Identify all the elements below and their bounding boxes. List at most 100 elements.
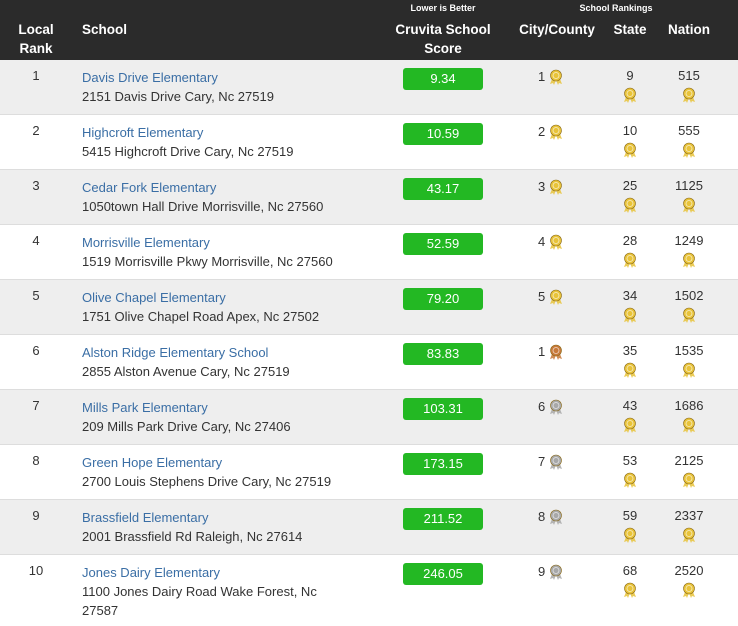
state-rank-value: 34 [622,288,638,303]
local-rank: 9 [32,508,40,523]
table-row: 4 Morrisville Elementary 1519 Morrisville … [0,225,738,280]
gold-medal-icon [681,360,697,378]
state-rank: 28 [604,233,656,268]
school-name-link[interactable]: Brassfield Elementary [82,508,382,527]
local-rank: 8 [32,453,40,468]
school-rankings-group-label: School Rankings [579,3,653,13]
city-county-rank-value: 4 [538,233,546,249]
school-address: 2700 Louis Stephens Drive Cary, Nc 27519 [82,474,332,489]
nation-rank-value: 2520 [674,563,704,578]
city-county-rank: 9 [538,563,564,580]
state-rank-value: 68 [622,563,638,578]
school-score-badge[interactable]: 246.05 [403,563,483,585]
school-score-badge[interactable]: 10.59 [403,123,483,145]
state-rank-value: 9 [626,68,634,83]
state-rank: 35 [604,343,656,378]
school-address: 1751 Olive Chapel Road Apex, Nc 27502 [82,309,320,324]
school-score-badge[interactable]: 43.17 [403,178,483,200]
gold-medal-icon [622,305,638,323]
gold-medal-icon [548,68,564,85]
city-county-rank: 1 [538,343,564,360]
local-rank: 4 [32,233,40,248]
school-cell: Morrisville Elementary 1519 Morrisville P… [82,233,382,271]
score-header-line2: Score [424,41,462,56]
city-county-rank-value: 5 [538,288,546,304]
school-name-link[interactable]: Green Hope Elementary [82,453,382,472]
city-county-rank-value: 2 [538,123,546,139]
gold-medal-icon [548,288,564,305]
nation-rank-value: 2125 [674,453,704,468]
gold-medal-icon [681,415,697,433]
nation-rank: 1686 [658,398,720,433]
table-row: 9 Brassfield Elementary 2001 Brassfield Rd… [0,500,738,555]
school-cell: Highcroft Elementary 5415 Highcroft Drive… [82,123,382,161]
state-rank-value: 28 [622,233,638,248]
table-body: 1 Davis Drive Elementary 2151 Davis Drive … [0,60,738,621]
local-rank: 5 [32,288,40,303]
school-address: 1100 Jones Dairy Road Wake Forest, Nc [82,584,317,599]
school-cell: Davis Drive Elementary 2151 Davis Drive C… [82,68,382,106]
silver-medal-icon [548,508,564,525]
nation-rank-value: 1249 [674,233,704,248]
bronze-medal-icon [548,343,564,360]
school-name-link[interactable]: Morrisville Elementary [82,233,382,252]
gold-medal-icon [622,525,638,543]
city-county-rank: 8 [538,508,564,525]
nation-rank: 2520 [658,563,720,598]
city-county-rank-value: 1 [538,343,546,359]
state-rank-value: 59 [622,508,638,523]
state-rank-value: 43 [622,398,638,413]
table-row: 8 Green Hope Elementary 2700 Louis Stephen… [0,445,738,500]
school-score-badge[interactable]: 9.34 [403,68,483,90]
state-rank-value: 10 [622,123,638,138]
local-rank: 6 [32,343,40,358]
gold-medal-icon [622,360,638,378]
gold-medal-icon [681,470,697,488]
city-county-rank-value: 9 [538,563,546,579]
school-name-link[interactable]: Mills Park Elementary [82,398,382,417]
school-cell: Jones Dairy Elementary 1100 Jones Dairy R… [82,563,382,620]
nation-rank-value: 1686 [674,398,704,413]
school-score-badge[interactable]: 211.52 [403,508,483,530]
nation-rank-value: 555 [678,123,700,138]
state-rank-value: 25 [622,178,638,193]
nation-rank: 1125 [658,178,720,213]
silver-medal-icon [548,453,564,470]
school-score-badge[interactable]: 83.83 [403,343,483,365]
nation-rank: 515 [658,68,720,103]
school-score-badge[interactable]: 79.20 [403,288,483,310]
school-name-link[interactable]: Alston Ridge Elementary School [82,343,382,362]
state-header: State [613,22,647,37]
local-rank: 10 [28,563,44,578]
school-score-badge[interactable]: 52.59 [403,233,483,255]
school-score-badge[interactable]: 103.31 [403,398,483,420]
city-county-rank: 7 [538,453,564,470]
state-rank-value: 53 [622,453,638,468]
city-county-header: City/County [519,22,595,37]
score-header: Cruvita School Score [388,20,498,58]
silver-medal-icon [548,398,564,415]
gold-medal-icon [622,580,638,598]
school-cell: Brassfield Elementary 2001 Brassfield Rd … [82,508,382,546]
nation-rank: 2125 [658,453,720,488]
school-address: 209 Mills Park Drive Cary, Nc 27406 [82,419,291,434]
school-address: 5415 Highcroft Drive Cary, Nc 27519 [82,144,294,159]
school-address: 1050town Hall Drive Morrisville, Nc 2756… [82,199,324,214]
school-cell: Green Hope Elementary 2700 Louis Stephens… [82,453,382,491]
state-rank: 68 [604,563,656,598]
school-score-badge[interactable]: 173.15 [403,453,483,475]
state-rank: 9 [604,68,656,103]
local-rank: 2 [32,123,40,138]
local-rank: 7 [32,398,40,413]
school-name-link[interactable]: Jones Dairy Elementary [82,563,382,582]
school-name-link[interactable]: Olive Chapel Elementary [82,288,382,307]
school-address-line2: 27587 [82,603,119,618]
school-name-link[interactable]: Highcroft Elementary [82,123,382,142]
score-header-line1: Cruvita School [395,22,491,37]
school-name-link[interactable]: Cedar Fork Elementary [82,178,382,197]
school-name-link[interactable]: Davis Drive Elementary [82,68,382,87]
table-row: 5 Olive Chapel Elementary 1751 Olive Chape… [0,280,738,335]
city-county-rank-value: 6 [538,398,546,414]
state-rank: 34 [604,288,656,323]
school-rankings-table: Local Rank School Lower is Better Cruvit… [0,0,738,621]
